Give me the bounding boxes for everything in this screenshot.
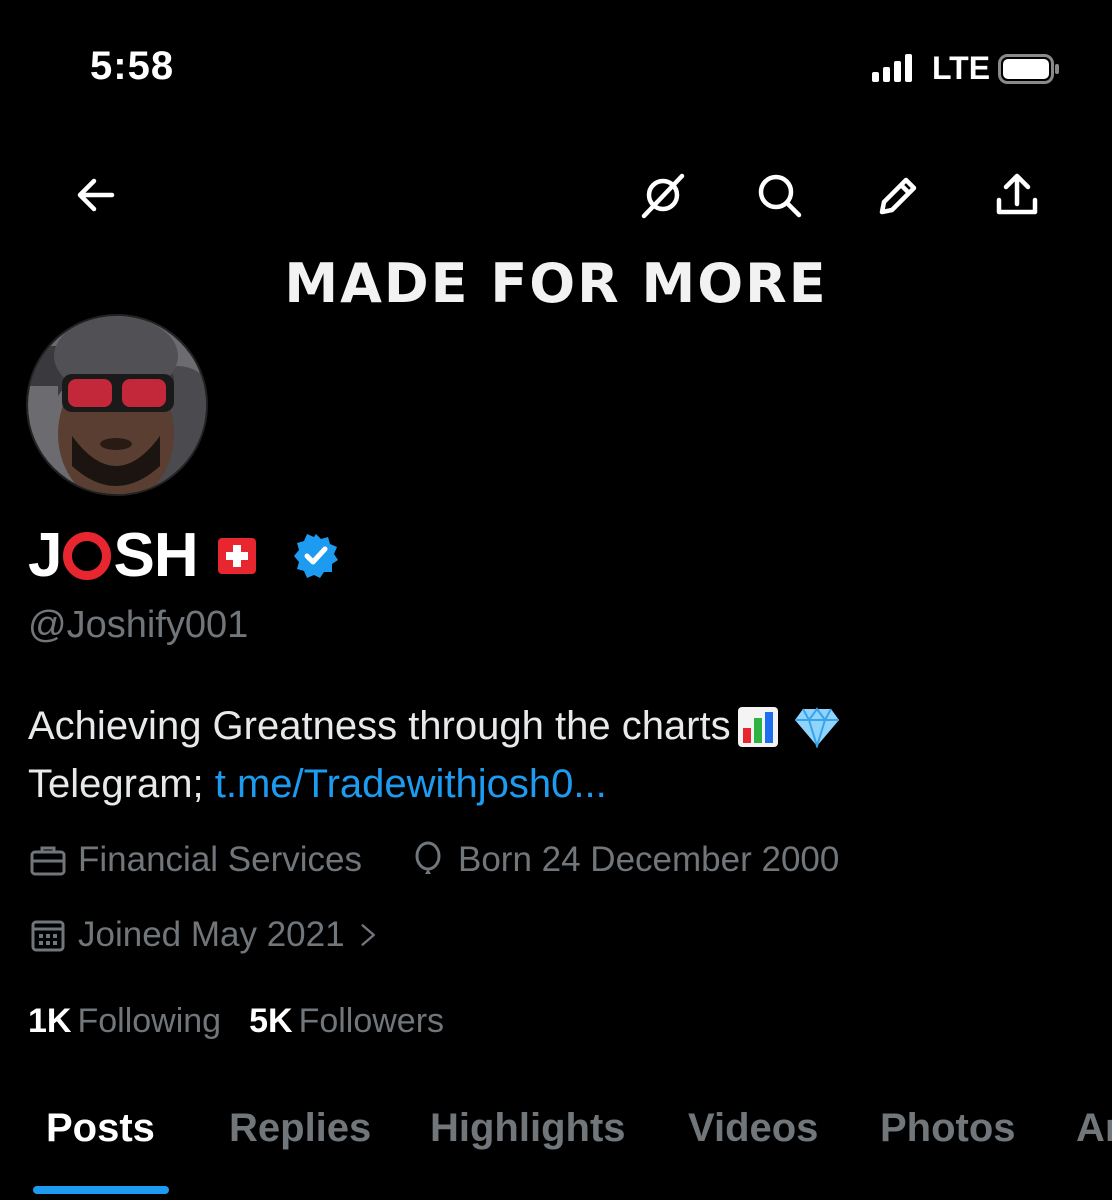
- bio-line-1: Achieving Greatness through the charts: [28, 704, 841, 749]
- display-name: J SH: [28, 520, 199, 591]
- balloon-icon: [415, 841, 441, 874]
- followers-stat[interactable]: 5K Followers: [249, 1002, 444, 1041]
- network-type: LTE: [932, 50, 991, 86]
- birthday-text: Born 24 December 2000: [458, 840, 840, 879]
- bio-text: Achieving Greatness through the charts: [28, 704, 731, 748]
- tab-replies[interactable]: Replies: [229, 1106, 371, 1151]
- display-name-suffix: SH: [113, 521, 198, 590]
- avatar[interactable]: [26, 314, 208, 496]
- display-name-prefix: J: [28, 521, 62, 590]
- following-count: 1K: [28, 1002, 72, 1040]
- profile-joined[interactable]: Joined May 2021: [28, 915, 395, 955]
- share-upload-icon[interactable]: [990, 168, 1044, 222]
- user-handle: @Joshify001: [28, 604, 249, 646]
- joined-text: Joined May 2021: [78, 915, 345, 954]
- banner-title: MADE FOR MORE: [284, 252, 828, 315]
- profile-category: Financial Services: [28, 840, 362, 880]
- cellular-signal-icon: [872, 54, 912, 82]
- followers-label: Followers: [298, 1002, 445, 1040]
- back-arrow-icon[interactable]: [68, 168, 122, 222]
- tab-articles[interactable]: Ar: [1076, 1106, 1112, 1151]
- edit-pencil-icon[interactable]: [870, 168, 924, 222]
- active-tab-indicator: [33, 1186, 169, 1194]
- battery-icon: [998, 54, 1059, 84]
- followers-count: 5K: [249, 1002, 293, 1040]
- profile-birthday: Born 24 December 2000: [408, 840, 839, 880]
- following-label: Following: [77, 1002, 222, 1040]
- following-stat[interactable]: 1K Following: [28, 1002, 221, 1041]
- search-icon[interactable]: [752, 168, 806, 222]
- status-time: 5:58: [90, 44, 175, 88]
- grok-slash-icon[interactable]: [636, 168, 690, 222]
- chevron-right-icon: [360, 924, 375, 946]
- gem-emoji-icon: [794, 706, 839, 748]
- tab-photos[interactable]: Photos: [880, 1106, 1016, 1151]
- tab-posts[interactable]: Posts: [46, 1106, 155, 1151]
- calendar-icon: [31, 920, 65, 952]
- bio-telegram-label: Telegram;: [28, 762, 215, 806]
- follow-stats: 1K Following 5K Followers: [28, 1002, 444, 1041]
- tab-highlights[interactable]: Highlights: [430, 1106, 626, 1151]
- red-circle-icon: [63, 531, 112, 580]
- bio-line-2: Telegram; t.me/Tradewithjosh0...: [28, 762, 607, 807]
- swiss-flag-icon: [217, 537, 256, 574]
- tab-videos[interactable]: Videos: [688, 1106, 818, 1151]
- briefcase-icon: [30, 846, 66, 876]
- telegram-link[interactable]: t.me/Tradewithjosh0...: [215, 762, 607, 806]
- profile-name-row: J SH: [28, 520, 340, 591]
- category-text: Financial Services: [78, 840, 362, 879]
- bar-chart-emoji-icon: [737, 706, 778, 747]
- verified-badge-icon[interactable]: [292, 532, 340, 580]
